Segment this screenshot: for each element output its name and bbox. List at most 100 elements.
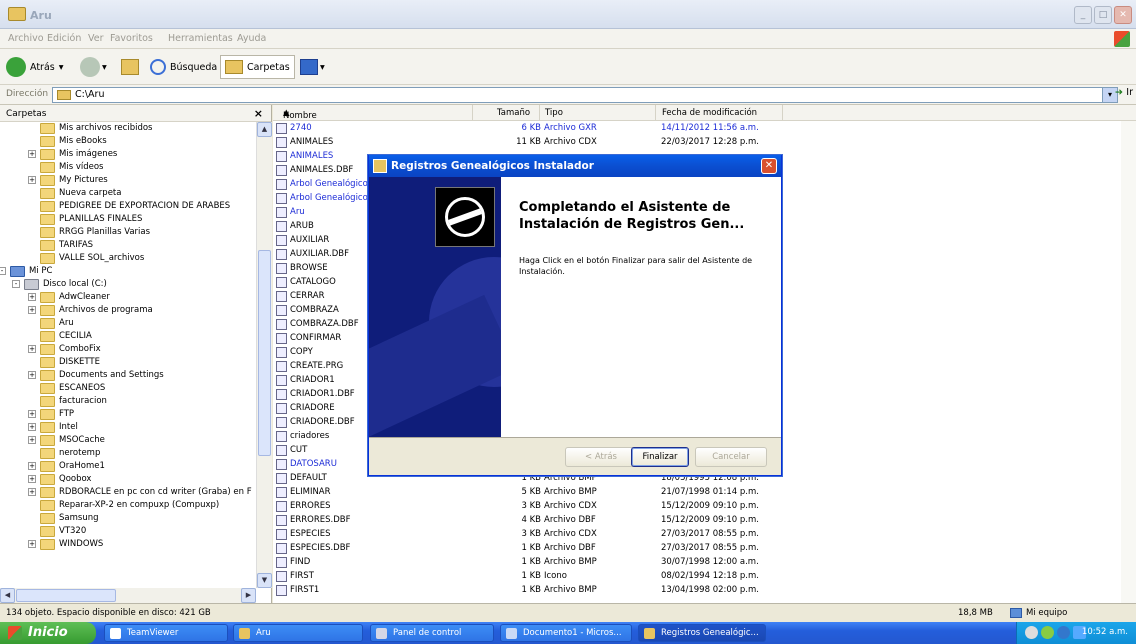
up-folder-button[interactable]	[121, 55, 139, 79]
file-row[interactable]: FIRST1 1 KB Archivo BMP 13/04/1998 02:00 p.…	[273, 584, 1113, 597]
tree-item[interactable]: + Documents and Settings	[0, 369, 256, 382]
expand-icon[interactable]: +	[28, 462, 36, 470]
tray-icon[interactable]	[1025, 626, 1038, 639]
tree-item[interactable]: Mis eBooks	[0, 135, 256, 148]
go-button[interactable]: ➔ Ir	[1115, 87, 1133, 98]
expand-icon[interactable]: +	[28, 150, 36, 158]
file-row[interactable]: ERRORES 3 KB Archivo CDX 15/12/2009 09:10 p…	[273, 500, 1113, 513]
tree-item[interactable]: Nueva carpeta	[0, 187, 256, 200]
tree-item[interactable]: VT320	[0, 525, 256, 538]
scroll-left-button[interactable]: ◀	[0, 588, 15, 603]
back-wizard-button[interactable]: < Atrás	[565, 447, 637, 467]
tree-item[interactable]: RRGG Planillas Varias	[0, 226, 256, 239]
menu-ayuda[interactable]: Ayuda	[237, 33, 266, 44]
close-button[interactable]: ✕	[1114, 6, 1132, 24]
tree-item[interactable]: VALLE SOL_archivos	[0, 252, 256, 265]
tree-item[interactable]: + Qoobox	[0, 473, 256, 486]
menu-archivo[interactable]: Archivo	[8, 33, 44, 44]
tree-item[interactable]: Reparar-XP-2 en compuxp (Compuxp)	[0, 499, 256, 512]
file-row[interactable]: ESPECIES.DBF 1 KB Archivo DBF 27/03/2017 08…	[273, 542, 1113, 555]
file-row[interactable]: ESPECIES 3 KB Archivo CDX 27/03/2017 08:55 …	[273, 528, 1113, 541]
col-date[interactable]: Fecha de modificación	[662, 108, 757, 120]
tree-item[interactable]: + RDBORACLE en pc con cd writer (Graba) e…	[0, 486, 256, 499]
tree-item[interactable]: Mis vídeos	[0, 161, 256, 174]
tree-item[interactable]: - Disco local (C:)	[0, 278, 256, 291]
expand-icon[interactable]: +	[28, 345, 36, 353]
tree-item[interactable]: Mis archivos recibidos	[0, 122, 256, 135]
address-field[interactable]: C:\Aru	[52, 87, 1116, 103]
scroll-thumb[interactable]	[258, 250, 271, 456]
file-row[interactable]: FIRST 1 KB Icono 08/02/1994 12:18 p.m.	[273, 570, 1113, 583]
tree-item[interactable]: + Intel	[0, 421, 256, 434]
col-type[interactable]: Tipo	[545, 108, 563, 120]
expand-icon[interactable]: +	[28, 540, 36, 548]
tree-item[interactable]: + WINDOWS	[0, 538, 256, 551]
taskbar-item-control-panel[interactable]: Panel de control	[370, 624, 494, 642]
start-button[interactable]: Inicio	[0, 622, 96, 644]
menu-ver[interactable]: Ver	[88, 33, 104, 44]
tree-item[interactable]: + AdwCleaner	[0, 291, 256, 304]
tree-item[interactable]: Aru	[0, 317, 256, 330]
tree-item[interactable]: + OraHome1	[0, 460, 256, 473]
taskbar-item-aru[interactable]: Aru	[233, 624, 363, 642]
file-row[interactable]: 2740 6 KB Archivo GXR 14/11/2012 11:56 a.m.	[273, 122, 1113, 135]
file-row[interactable]: FIND 1 KB Archivo BMP 30/07/1998 12:00 a.m.	[273, 556, 1113, 569]
minimize-button[interactable]: _	[1074, 6, 1092, 24]
cancel-button[interactable]: Cancelar	[695, 447, 767, 467]
tree-item[interactable]: TARIFAS	[0, 239, 256, 252]
tree-item[interactable]: - Mi PC	[0, 265, 256, 278]
back-button[interactable]: Atrás ▾	[6, 55, 64, 79]
dialog-close-button[interactable]: ✕	[761, 158, 777, 174]
expand-icon[interactable]: +	[28, 488, 36, 496]
scroll-down-button[interactable]: ▼	[257, 573, 272, 588]
collapse-icon[interactable]: -	[0, 267, 6, 275]
file-row[interactable]: ERRORES.DBF 4 KB Archivo DBF 15/12/2009 09:…	[273, 514, 1113, 527]
tree-item[interactable]: DISKETTE	[0, 356, 256, 369]
folders-button[interactable]: Carpetas	[220, 55, 295, 79]
expand-icon[interactable]: +	[28, 176, 36, 184]
finish-button[interactable]: Finalizar	[631, 447, 689, 467]
scroll-right-button[interactable]: ▶	[241, 588, 256, 603]
menu-edicion[interactable]: Edición	[47, 33, 81, 44]
tree-item[interactable]: nerotemp	[0, 447, 256, 460]
file-row[interactable]: ELIMINAR 5 KB Archivo BMP 21/07/1998 01:14 …	[273, 486, 1113, 499]
scroll-up-button[interactable]: ▲	[257, 122, 272, 137]
expand-icon[interactable]: +	[28, 293, 36, 301]
close-pane-button[interactable]: ×	[254, 107, 263, 120]
expand-icon[interactable]: +	[28, 410, 36, 418]
tree-item[interactable]: + Archivos de programa	[0, 304, 256, 317]
taskbar-item-teamviewer[interactable]: TeamViewer	[104, 624, 228, 642]
taskbar-item-installer[interactable]: Registros Genealógic...	[638, 624, 766, 642]
taskbar-item-word[interactable]: Documento1 - Micros...	[500, 624, 632, 642]
col-name[interactable]: Nombre ▲	[283, 108, 317, 121]
tree-item[interactable]: + My Pictures	[0, 174, 256, 187]
tree-item[interactable]: + MSOCache	[0, 434, 256, 447]
maximize-button[interactable]: □	[1094, 6, 1112, 24]
expand-icon[interactable]: +	[28, 436, 36, 444]
tree-item[interactable]: Samsung	[0, 512, 256, 525]
expand-icon[interactable]: +	[28, 475, 36, 483]
tree-item[interactable]: ESCANEOS	[0, 382, 256, 395]
tree-item[interactable]: + Mis imágenes	[0, 148, 256, 161]
search-button[interactable]: Búsqueda	[150, 55, 217, 79]
tray-icon[interactable]	[1057, 626, 1070, 639]
menu-favoritos[interactable]: Favoritos	[110, 33, 153, 44]
hscroll-thumb[interactable]	[16, 589, 116, 602]
col-size[interactable]: Tamaño	[497, 108, 530, 120]
forward-button[interactable]: ▾	[80, 55, 107, 79]
menu-herramientas[interactable]: Herramientas	[168, 33, 233, 44]
folder-tree-vscroll[interactable]: ▲ ▼	[256, 122, 272, 588]
file-list-vscroll[interactable]	[1121, 121, 1136, 603]
tree-item[interactable]: PLANILLAS FINALES	[0, 213, 256, 226]
tree-item[interactable]: CECILIA	[0, 330, 256, 343]
tree-item[interactable]: facturacion	[0, 395, 256, 408]
tree-item[interactable]: + ComboFix	[0, 343, 256, 356]
collapse-icon[interactable]: -	[12, 280, 20, 288]
expand-icon[interactable]: +	[28, 306, 36, 314]
expand-icon[interactable]: +	[28, 371, 36, 379]
folder-tree-hscroll[interactable]: ◀ ▶	[0, 588, 256, 603]
tray-icon[interactable]	[1041, 626, 1054, 639]
expand-icon[interactable]: +	[28, 423, 36, 431]
tree-item[interactable]: PEDIGREE DE EXPORTACION DE ARABES	[0, 200, 256, 213]
file-row[interactable]: ANIMALES 11 KB Archivo CDX 22/03/2017 12:28…	[273, 136, 1113, 149]
